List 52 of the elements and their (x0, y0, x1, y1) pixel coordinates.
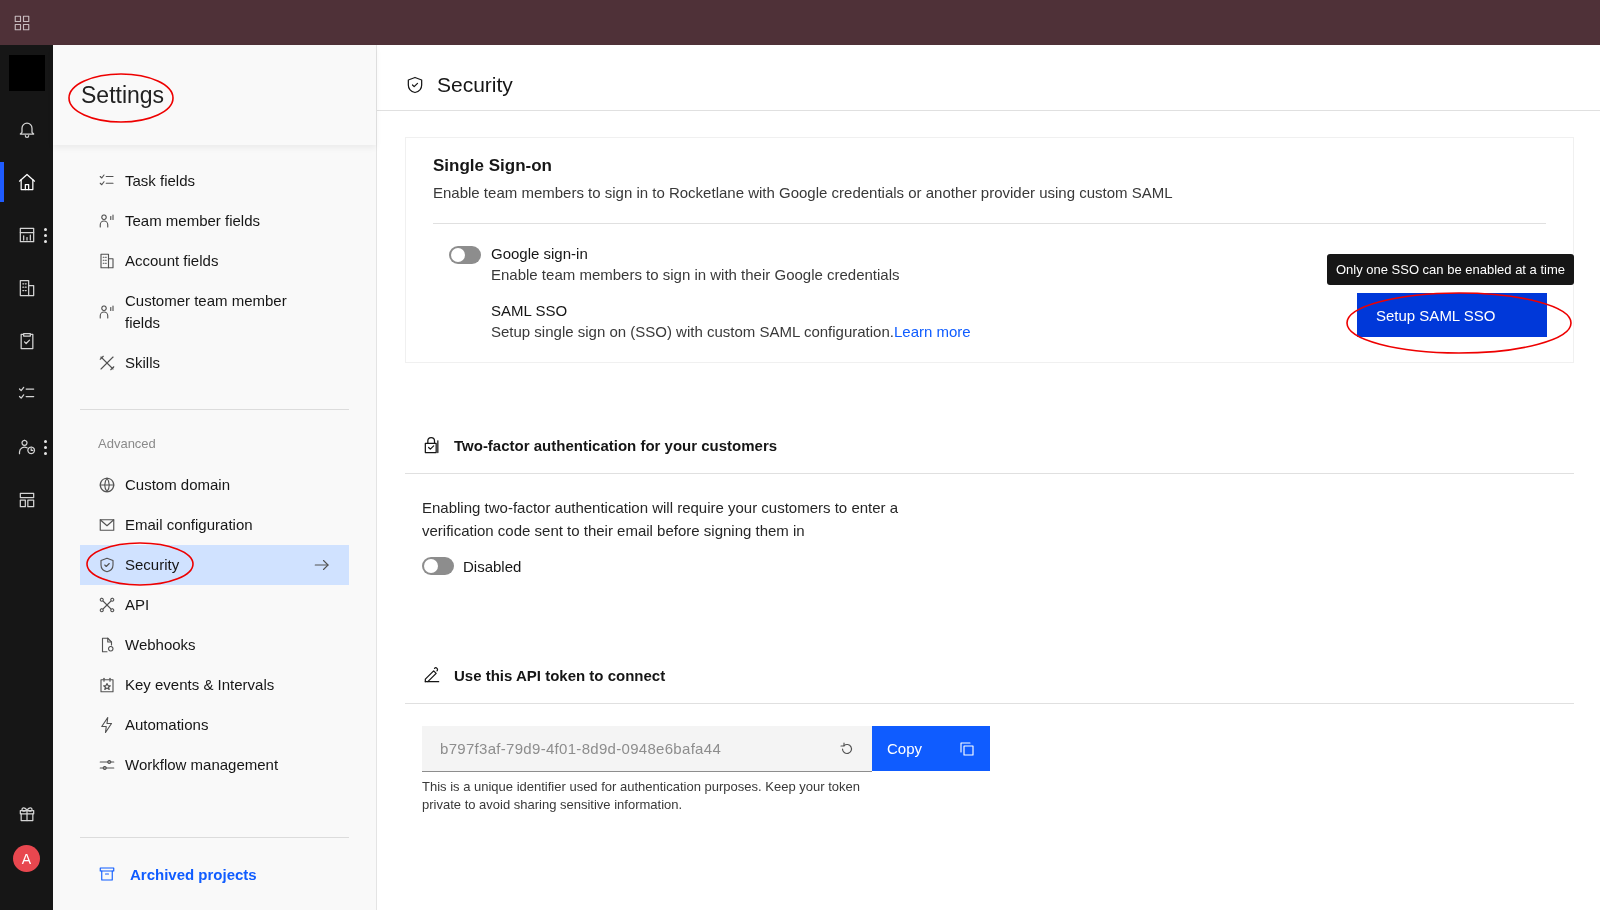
sidebar-item[interactable]: Task fields (80, 161, 349, 201)
option-label: Google sign-in (491, 244, 589, 264)
sidebar-item[interactable]: Account fields (80, 241, 349, 281)
sidebar-item[interactable]: Security (80, 545, 349, 585)
section-title: Two-factor authentication for your customers (454, 436, 778, 454)
sidebar-item[interactable]: Key events & Intervals (80, 665, 349, 705)
network-icon (98, 596, 116, 614)
option-label: SAML SSO (491, 301, 569, 321)
toggle-label: Disabled (463, 557, 522, 575)
person-clock-icon[interactable] (16, 437, 37, 457)
section-title: Use this API token to connect (454, 666, 666, 684)
sidebar-item[interactable]: API (80, 585, 349, 625)
section-title: Single Sign-on (433, 156, 553, 176)
sidebar-item[interactable]: Webhooks (80, 625, 349, 665)
toggle-switch[interactable] (422, 557, 454, 575)
user-avatar[interactable]: A (13, 845, 40, 872)
more-icon[interactable] (44, 228, 47, 243)
home-icon[interactable] (16, 172, 37, 192)
option-description: Setup single sign on (SSO) with custom SAML configuration.Learn more (491, 323, 971, 340)
shield-icon (98, 556, 116, 574)
apps-grid-icon[interactable] (13, 13, 31, 32)
sidebar-item[interactable]: Team member fields (80, 201, 349, 241)
tooltip: Only one SSO can be enabled at a time (1326, 254, 1574, 285)
section-description: Enabling two-factor authentication will require your customers to enter a verification code sent to their email before signing them in (422, 498, 900, 541)
sidebar-item[interactable]: Workflow management (80, 745, 349, 785)
archive-icon (98, 865, 116, 883)
sidebar-item[interactable]: Email configuration (80, 505, 349, 545)
setup-saml-button[interactable]: Setup SAML SSO (1357, 293, 1547, 337)
person-icon (98, 303, 116, 321)
help-text: This is a unique identifier used for authentication purposes. Keep your token private to avoid sharing sensitive information. (422, 778, 861, 814)
toggle-switch[interactable] (449, 246, 481, 264)
shield-icon (405, 74, 425, 95)
archived-projects-link[interactable]: Archived projects (98, 865, 257, 883)
copy-icon (958, 739, 976, 758)
section-description: Enable team members to sign in to Rocketlane with Google credentials or another provider using custom SAML (433, 184, 1174, 201)
tools-icon (98, 354, 116, 372)
page-title: Security (437, 72, 513, 97)
building-icon (98, 252, 116, 270)
globe-icon (98, 476, 116, 494)
pen-icon (422, 665, 442, 685)
copy-button[interactable]: Copy (872, 726, 990, 771)
sidebar-item[interactable]: Custom domain (80, 465, 349, 505)
person-icon (98, 212, 116, 230)
sidebar-item[interactable]: Customer team member fields (80, 281, 349, 343)
sidebar-item[interactable]: Skills (80, 343, 349, 383)
section-heading: Advanced (97, 436, 157, 453)
more-icon[interactable] (44, 440, 47, 455)
learn-more-link[interactable]: Learn more (894, 323, 971, 340)
sidebar-item[interactable]: Automations (80, 705, 349, 745)
settings-title: Settings (81, 81, 165, 109)
envelope-icon (98, 516, 116, 534)
option-description: Enable team members to sign in with their Google credentials (491, 266, 900, 283)
